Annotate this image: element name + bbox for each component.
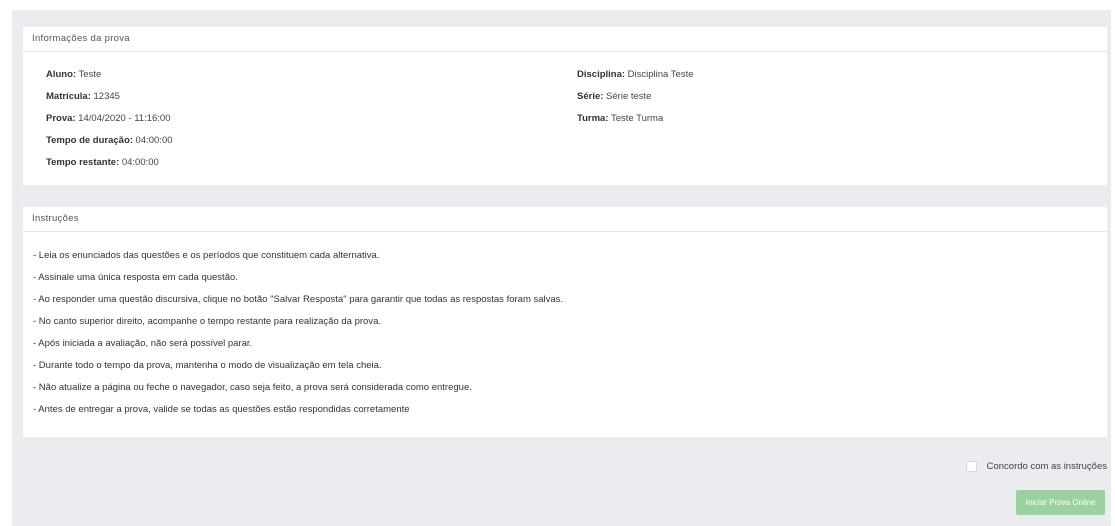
field-label: Disciplina: [577,69,626,80]
instructions-panel: Instruções - Leia os enunciados das ques… [23,207,1107,437]
instruction-item: - Antes de entregar a prova, valide se t… [33,404,410,415]
remaining-time-field: Tempo restante: 04:00:00 [46,157,159,168]
field-value: 12345 [90,91,120,102]
page-background: Informações da prova Aluno: Teste Matríc… [12,10,1111,526]
field-value: Teste Turma [608,113,664,124]
enrollment-field: Matrícula: 12345 [46,91,120,102]
instructions-header: Instruções [23,207,1107,232]
instruction-item: - Assinale uma única resposta em cada qu… [33,272,238,283]
field-value: 04:00:00 [119,157,159,168]
field-value: Série teste [603,91,652,102]
field-label: Tempo restante: [46,157,120,168]
field-label: Aluno: [46,69,77,80]
agree-checkbox[interactable] [965,460,977,472]
field-label: Tempo de duração: [46,135,133,146]
agree-label[interactable]: Concordo com as instruções [987,461,1107,472]
duration-field: Tempo de duração: 04:00:00 [46,135,173,146]
instruction-item: - Durante todo o tempo da prova, mantenh… [33,360,382,371]
field-value: Disciplina Teste [625,69,694,80]
instruction-item: - Não atualize a página ou feche o naveg… [33,382,472,393]
field-label: Matrícula: [46,91,91,102]
field-label: Turma: [577,113,609,124]
start-exam-button[interactable]: Iniciar Prova Online [1016,490,1105,515]
exam-date-field: Prova: 14/04/2020 - 11:16:00 [46,113,170,124]
field-value: Teste [76,69,102,80]
field-value: 04:00:00 [132,135,173,146]
exam-info-header: Informações da prova [23,27,1107,52]
grade-field: Série: Série teste [577,91,651,102]
instruction-item: - Após iniciada a avaliação, não será po… [33,338,253,349]
instruction-item: - Ao responder uma questão discursiva, c… [33,294,564,305]
exam-info-body: Aluno: Teste Matrícula: 12345 Prova: 14/… [23,52,1107,185]
instruction-item: - Leia os enunciados das questões e os p… [33,250,380,261]
instructions-list: - Leia os enunciados das questões e os p… [23,232,1107,437]
class-field: Turma: Teste Turma [577,113,663,124]
student-field: Aluno: Teste [46,69,101,80]
field-label: Prova: [46,113,76,124]
agreement-row: Concordo com as instruções [965,460,1107,472]
instruction-item: - No canto superior direito, acompanhe o… [33,316,382,327]
field-label: Série: [577,91,604,102]
field-value: 14/04/2020 - 11:16:00 [75,113,171,124]
subject-field: Disciplina: Disciplina Teste [577,69,694,80]
exam-info-panel: Informações da prova Aluno: Teste Matríc… [23,27,1107,185]
